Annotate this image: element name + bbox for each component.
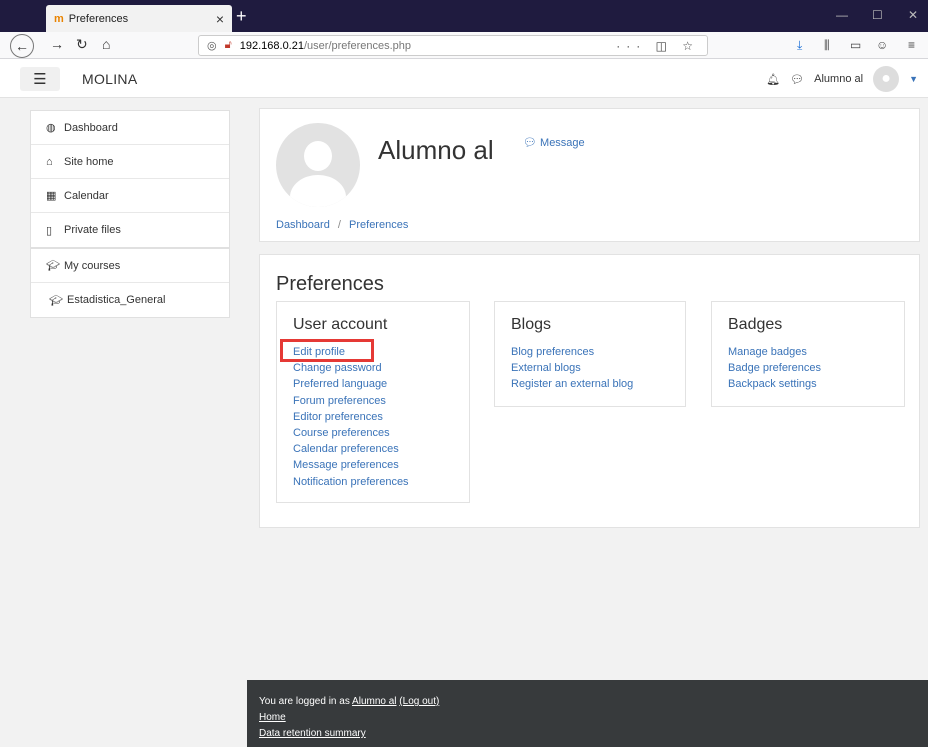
page-footer: You are logged in as Alumno al (Log out)…	[247, 680, 928, 747]
data-retention-link[interactable]: Data retention summary	[259, 728, 366, 739]
speech-bubble-icon: 💬︎	[523, 137, 537, 149]
home-browser-icon[interactable]: ⌂	[102, 36, 110, 52]
user-menu-name[interactable]: Alumno al	[814, 73, 863, 85]
window-close-icon[interactable]: ✕	[908, 8, 918, 22]
sidebar-item-calendar[interactable]: ▦ Calendar	[31, 179, 229, 213]
highlight-box	[280, 339, 374, 362]
url-bar[interactable]: ◎ 🔓︎ 192.168.0.21 /user/preferences.php …	[198, 35, 708, 56]
sidebar-item-dashboard[interactable]: ◍ Dashboard	[31, 111, 229, 145]
editor-preferences-link[interactable]: Editor preferences	[293, 409, 453, 425]
external-blogs-link[interactable]: External blogs	[511, 360, 669, 376]
register-external-blog-link[interactable]: Register an external blog	[511, 376, 669, 392]
chevron-down-icon[interactable]: ▼	[909, 74, 918, 84]
page-title: Alumno al	[378, 135, 494, 165]
page-actions-more-icon[interactable]: ···	[616, 39, 646, 53]
breadcrumb-preferences[interactable]: Preferences	[349, 219, 408, 231]
sidebar-item-label: Calendar	[64, 189, 109, 202]
logout-link[interactable]: (Log out)	[399, 696, 439, 707]
insecure-lock-icon[interactable]: 🔓︎	[225, 39, 232, 52]
breadcrumb-dashboard[interactable]: Dashboard	[276, 219, 330, 231]
sidebar-item-private-files[interactable]: ▯ Private files	[31, 213, 229, 247]
forward-icon[interactable]: →	[50, 36, 64, 52]
account-icon[interactable]: ☺	[876, 38, 888, 52]
browser-toolbar: ← → ↻ ⌂ ◎ 🔓︎ 192.168.0.21 /user/preferen…	[0, 32, 928, 59]
calendar-icon: ▦	[46, 190, 57, 202]
forum-preferences-link[interactable]: Forum preferences	[293, 393, 453, 409]
sidebar-item-label: My courses	[64, 259, 121, 272]
user-account-heading: User account	[293, 316, 388, 333]
profile-header-card: Alumno al 💬︎ Message Dashboard / Prefere…	[259, 108, 920, 242]
blogs-box: Blogs Blog preferences External blogs Re…	[494, 301, 686, 407]
course-preferences-link[interactable]: Course preferences	[293, 425, 453, 441]
library-icon[interactable]: ⫼	[824, 38, 830, 53]
sidebar-toggle-icon[interactable]: ▭	[850, 38, 861, 52]
message-preferences-link[interactable]: Message preferences	[293, 457, 453, 473]
preferred-language-link[interactable]: Preferred language	[293, 376, 453, 392]
notifications-bell-icon[interactable]: 🔔︎	[766, 73, 780, 86]
sidebar-item-my-courses[interactable]: 🎓︎ My courses	[31, 249, 229, 283]
sidebar-item-course[interactable]: 🎓︎ Estadistica_General	[31, 283, 229, 317]
backpack-settings-link[interactable]: Backpack settings	[728, 376, 888, 392]
file-icon: ▯	[46, 224, 53, 237]
graduation-cap-icon: 🎓︎	[49, 294, 63, 307]
breadcrumb: Dashboard / Preferences	[276, 219, 408, 231]
badges-box: Badges Manage badges Badge preferences B…	[711, 301, 905, 407]
login-info-prefix: You are logged in as	[259, 696, 353, 707]
footer-home-link[interactable]: Home	[259, 712, 286, 723]
dashboard-icon: ◍	[46, 122, 56, 134]
nav-block-main: ◍ Dashboard ⌂ Site home ▦ Calendar ▯ Pri…	[30, 110, 230, 248]
profile-avatar	[276, 123, 360, 207]
download-icon[interactable]: ⤓	[797, 38, 802, 53]
tracking-shield-icon[interactable]: ◎	[207, 39, 217, 52]
browser-tab-bar: m Preferences × + — ☐ ✕	[0, 0, 928, 32]
footer-user-link[interactable]: Alumno al	[352, 696, 396, 707]
reload-icon[interactable]: ↻	[76, 36, 88, 53]
sidebar-item-site-home[interactable]: ⌂ Site home	[31, 145, 229, 179]
home-icon: ⌂	[46, 155, 53, 168]
blog-preferences-link[interactable]: Blog preferences	[511, 344, 669, 360]
maximize-icon[interactable]: ☐	[872, 8, 883, 22]
message-button[interactable]: 💬︎ Message	[523, 136, 585, 149]
url-path: /user/preferences.php	[303, 39, 411, 52]
section-title: Preferences	[276, 273, 384, 295]
login-info: You are logged in as Alumno al (Log out)	[259, 694, 916, 710]
breadcrumb-separator: /	[337, 219, 341, 231]
site-header: ☰ MOLINA 🔔︎ 💬︎ Alumno al ● ▼	[0, 60, 928, 98]
calendar-preferences-link[interactable]: Calendar preferences	[293, 441, 453, 457]
badges-heading: Badges	[728, 316, 783, 333]
sidebar-item-label: Private files	[64, 224, 121, 236]
badge-preferences-link[interactable]: Badge preferences	[728, 360, 888, 376]
back-icon[interactable]: ←	[10, 34, 34, 58]
nav-drawer: ◍ Dashboard ⌂ Site home ▦ Calendar ▯ Pri…	[0, 98, 247, 747]
browser-tab[interactable]: m Preferences ×	[46, 5, 232, 32]
change-password-link[interactable]: Change password	[293, 360, 453, 376]
manage-badges-link[interactable]: Manage badges	[728, 344, 888, 360]
moodle-favicon-icon: m	[54, 12, 64, 25]
drawer-toggle-button[interactable]: ☰	[20, 67, 60, 91]
preferences-card: Preferences User account Edit profile Ch…	[259, 254, 920, 528]
minimize-icon[interactable]: —	[836, 8, 848, 22]
message-label: Message	[540, 137, 585, 149]
new-tab-button[interactable]: +	[236, 6, 247, 27]
nav-block-courses: 🎓︎ My courses 🎓︎ Estadistica_General	[30, 248, 230, 318]
sidebar-item-label: Site home	[64, 155, 114, 168]
menu-icon[interactable]: ≡	[908, 38, 915, 52]
user-account-box: User account Edit profile Change passwor…	[276, 301, 470, 503]
url-host: 192.168.0.21	[239, 39, 304, 52]
tab-close-icon[interactable]: ×	[216, 11, 224, 27]
blogs-heading: Blogs	[511, 316, 552, 333]
graduation-cap-icon: 🎓︎	[46, 260, 60, 272]
notification-preferences-link[interactable]: Notification preferences	[293, 474, 453, 490]
site-name[interactable]: MOLINA	[82, 71, 137, 87]
messages-icon[interactable]: 💬︎	[790, 73, 804, 86]
sidebar-item-label: Estadistica_General	[67, 294, 166, 306]
sidebar-item-label: Dashboard	[64, 121, 118, 134]
page-actions[interactable]: ··· ◫ ☆	[616, 39, 699, 53]
avatar[interactable]: ●	[873, 66, 900, 92]
main-region: Alumno al 💬︎ Message Dashboard / Prefere…	[247, 98, 928, 680]
user-nav: 🔔︎ 💬︎ Alumno al ● ▼	[766, 66, 918, 92]
tab-title: Preferences	[68, 12, 129, 25]
